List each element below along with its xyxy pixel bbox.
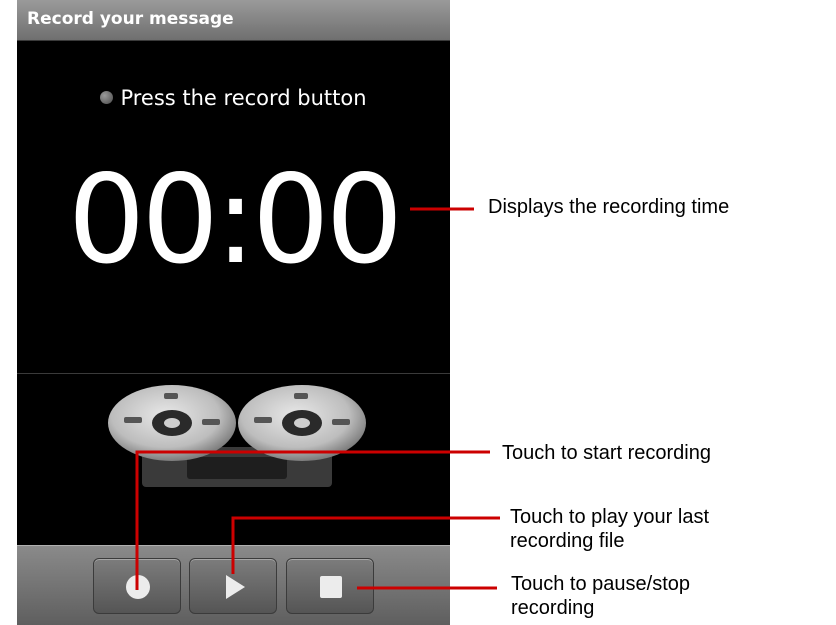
title-bar: Record your message	[17, 0, 450, 41]
callout-label-stop-line1: Touch to pause/stop	[511, 573, 691, 595]
status-text: Press the record button	[120, 86, 367, 110]
status-indicator-icon	[100, 90, 114, 104]
phone-screen: Record your message Press the record but…	[17, 0, 450, 625]
play-icon	[226, 575, 245, 599]
tape-deck-head	[187, 457, 287, 479]
status-message: Press the record button	[17, 86, 450, 110]
left-reel-icon	[108, 385, 236, 461]
tape-reels-illustration	[108, 385, 366, 487]
stop-button[interactable]	[286, 558, 374, 614]
right-reel-icon	[238, 385, 366, 461]
record-button[interactable]	[93, 558, 181, 614]
play-button[interactable]	[189, 558, 277, 614]
divider	[17, 373, 450, 374]
callout-label-play-line1: Touch to play your last	[510, 506, 709, 528]
callout-label-play-line2: recording file	[510, 530, 625, 552]
callout-label-play: Touch to play your last recording file	[510, 505, 709, 553]
record-icon	[126, 575, 150, 599]
app-title: Record your message	[27, 9, 234, 29]
callout-label-stop: Touch to pause/stop recording	[511, 572, 690, 620]
annotated-screenshot: Record your message Press the record but…	[0, 0, 836, 625]
callout-label-time: Displays the recording time	[488, 196, 730, 218]
control-bar	[17, 545, 450, 625]
callout-label-start: Touch to start recording	[502, 442, 711, 464]
recording-timer: 00:00	[67, 149, 404, 291]
callout-label-stop-line2: recording	[511, 597, 595, 619]
stop-icon	[320, 576, 342, 598]
